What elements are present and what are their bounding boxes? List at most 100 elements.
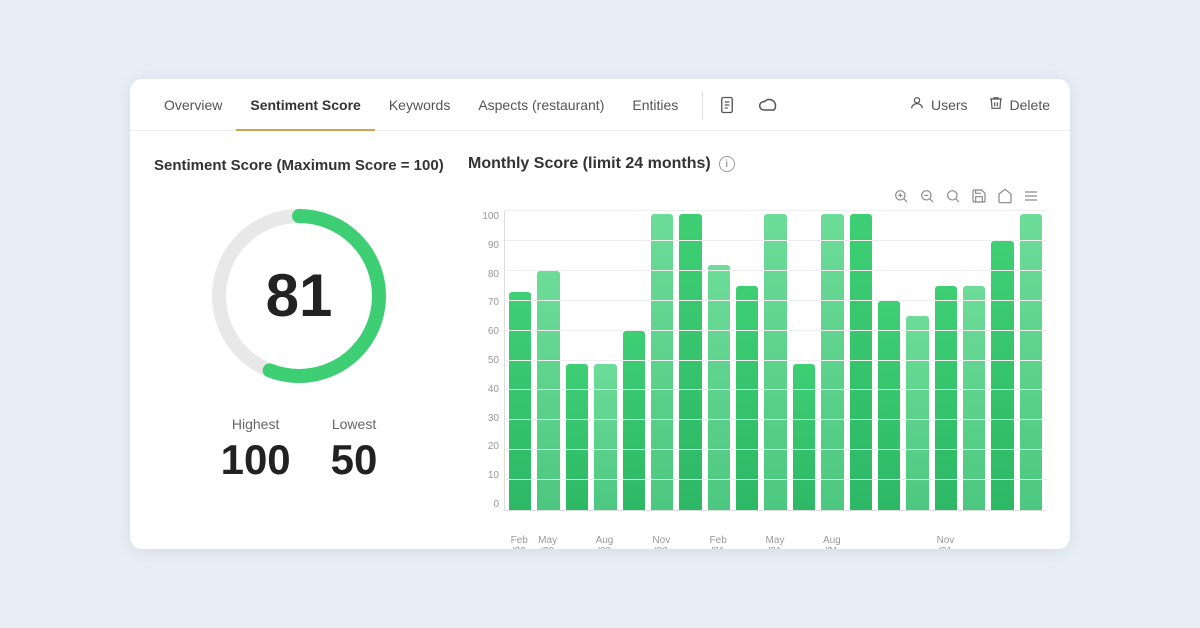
bar[interactable]: [708, 265, 730, 510]
document-icon[interactable]: [713, 91, 741, 119]
bar-group[interactable]: [736, 211, 758, 510]
bar-group[interactable]: [679, 211, 701, 510]
y-axis-label: 100: [469, 211, 499, 222]
bar-group[interactable]: [594, 211, 616, 510]
y-axis-label: 60: [469, 326, 499, 337]
tab-entities[interactable]: Entities: [618, 79, 692, 131]
bar[interactable]: [679, 214, 701, 510]
bar-group[interactable]: [963, 211, 985, 510]
menu-icon[interactable]: [1020, 185, 1042, 207]
bar-group[interactable]: [906, 211, 928, 510]
bar-group[interactable]: [509, 211, 531, 510]
bar[interactable]: [736, 286, 758, 510]
bar-group[interactable]: [537, 211, 559, 510]
x-axis-label: [792, 535, 814, 549]
chart-title: Monthly Score (limit 24 months) i: [468, 155, 735, 173]
x-axis-label: [735, 535, 757, 549]
x-axis-label: Aug '21: [821, 535, 843, 549]
bar-group[interactable]: [878, 211, 900, 510]
x-axis-label: May '21: [764, 535, 786, 549]
bar[interactable]: [623, 331, 645, 510]
cloud-icon[interactable]: [755, 91, 783, 119]
delete-label: Delete: [1010, 97, 1050, 113]
panel-title: Sentiment Score (Maximum Score = 100): [154, 155, 444, 176]
highest-label: Highest: [232, 416, 279, 432]
right-panel: Monthly Score (limit 24 months) i: [468, 155, 1046, 525]
bar-group[interactable]: [623, 211, 645, 510]
bar[interactable]: [793, 364, 815, 511]
bar[interactable]: [537, 271, 559, 510]
tab-overview[interactable]: Overview: [150, 79, 236, 131]
x-axis-label: May '20: [536, 535, 558, 549]
tab-bar: Overview Sentiment Score Keywords Aspect…: [130, 79, 1070, 131]
bar[interactable]: [651, 214, 673, 510]
x-axis-label: Feb '21: [707, 535, 729, 549]
chart-info-icon[interactable]: i: [719, 156, 735, 172]
y-axis-label: 30: [469, 413, 499, 424]
lowest-stat: Lowest 50: [331, 416, 378, 484]
main-card: Overview Sentiment Score Keywords Aspect…: [130, 79, 1070, 549]
bar-group[interactable]: [991, 211, 1013, 510]
bar-chart-area: 0102030405060708090100: [504, 211, 1046, 511]
bar-group[interactable]: [764, 211, 786, 510]
chart-header: Monthly Score (limit 24 months) i: [468, 155, 1046, 173]
bar-group[interactable]: [708, 211, 730, 510]
y-axis-label: 40: [469, 384, 499, 395]
zoom-in-icon[interactable]: [890, 185, 912, 207]
x-axis-label: [991, 535, 1013, 549]
tab-keywords[interactable]: Keywords: [375, 79, 464, 131]
y-axis-label: 80: [469, 269, 499, 280]
bar[interactable]: [764, 214, 786, 510]
highest-value: 100: [221, 436, 291, 484]
bar-group[interactable]: [850, 211, 872, 510]
x-axis-label: [877, 535, 899, 549]
zoom-out-icon[interactable]: [916, 185, 938, 207]
bar[interactable]: [850, 214, 872, 510]
magnify-icon[interactable]: [942, 185, 964, 207]
bar-group[interactable]: [935, 211, 957, 510]
save-chart-icon[interactable]: [968, 185, 990, 207]
highest-stat: Highest 100: [221, 416, 291, 484]
bar-group[interactable]: [821, 211, 843, 510]
bar-group[interactable]: [651, 211, 673, 510]
bar[interactable]: [906, 316, 928, 510]
users-label: Users: [931, 97, 968, 113]
bar-group[interactable]: [566, 211, 588, 510]
tab-icon-group: [713, 91, 783, 119]
x-axis: Feb '20 May '20 Aug '20 Nov '20 Feb '21 May '…: [504, 535, 1046, 549]
x-axis-label: [963, 535, 985, 549]
bar[interactable]: [594, 364, 616, 511]
bar[interactable]: [963, 286, 985, 510]
x-axis-label: [622, 535, 644, 549]
y-axis-label: 70: [469, 297, 499, 308]
y-axis: 0102030405060708090100: [469, 211, 499, 510]
bar[interactable]: [821, 214, 843, 510]
bar[interactable]: [935, 286, 957, 510]
bars-container: [505, 211, 1046, 510]
tab-aspects[interactable]: Aspects (restaurant): [464, 79, 618, 131]
stats-row: Highest 100 Lowest 50: [154, 416, 444, 484]
left-panel: Sentiment Score (Maximum Score = 100) 81…: [154, 155, 444, 525]
bar[interactable]: [509, 292, 531, 510]
delete-button[interactable]: Delete: [988, 95, 1050, 114]
home-icon[interactable]: [994, 185, 1016, 207]
bar[interactable]: [878, 301, 900, 510]
y-axis-label: 50: [469, 355, 499, 366]
lowest-label: Lowest: [332, 416, 376, 432]
x-axis-label: [906, 535, 928, 549]
tab-actions: Users Delete: [909, 95, 1050, 114]
bar-group[interactable]: [1020, 211, 1042, 510]
x-axis-label: Nov '20: [650, 535, 672, 549]
x-axis-label: [565, 535, 587, 549]
gauge-container: 81: [154, 196, 444, 396]
x-axis-label: Feb '20: [508, 535, 530, 549]
y-axis-label: 20: [469, 441, 499, 452]
x-axis-label: Aug '20: [593, 535, 615, 549]
bar[interactable]: [991, 241, 1013, 510]
bar-group[interactable]: [793, 211, 815, 510]
x-axis-label: [849, 535, 871, 549]
bar[interactable]: [566, 364, 588, 511]
bar[interactable]: [1020, 214, 1042, 510]
tab-sentiment-score[interactable]: Sentiment Score: [236, 79, 374, 131]
users-button[interactable]: Users: [909, 95, 968, 114]
